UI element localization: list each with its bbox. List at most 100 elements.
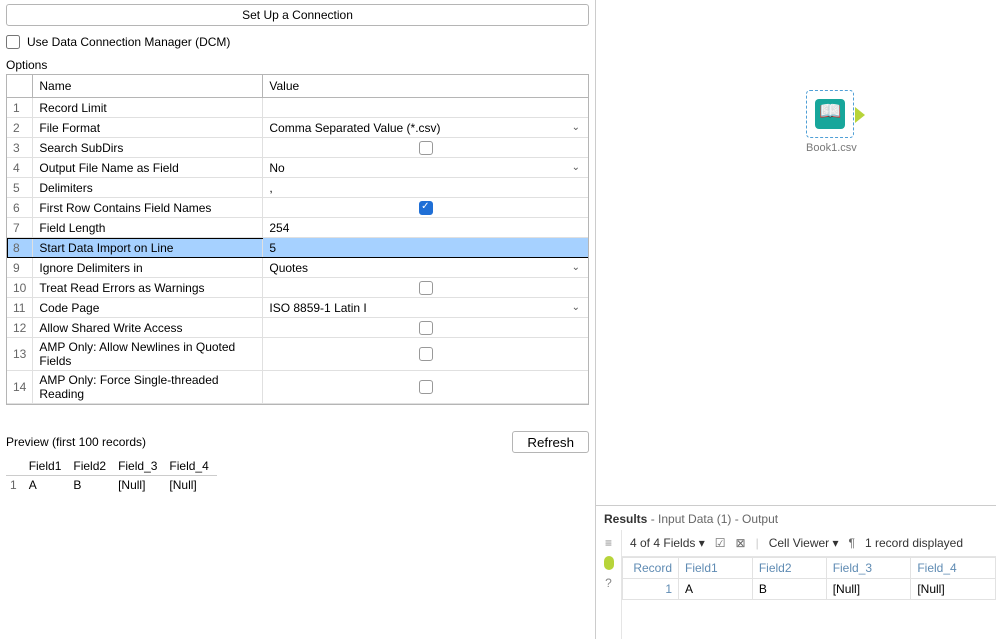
dcm-row: Use Data Connection Manager (DCM) [0,28,595,54]
option-row[interactable]: 12Allow Shared Write Access [7,318,588,338]
results-cell: A [679,579,753,600]
row-index: 14 [7,371,33,404]
row-index: 11 [7,298,33,318]
preview-row[interactable]: 1AB[Null][Null] [6,476,217,495]
option-name: AMP Only: Allow Newlines in Quoted Field… [33,338,263,371]
fields-summary[interactable]: 4 of 4 Fields ▾ [630,536,705,550]
results-main: 4 of 4 Fields ▾ ☑ ⊠ | Cell Viewer ▾ ¶ 1 … [622,530,996,639]
results-col[interactable]: Field_4 [911,558,996,579]
option-name: Allow Shared Write Access [33,318,263,338]
option-value-cell[interactable]: , [263,178,588,198]
option-row[interactable]: 9Ignore Delimiters inQuotes⌄ [7,258,588,278]
option-value: Quotes [269,261,571,275]
setup-connection-button[interactable]: Set Up a Connection [6,4,589,26]
results-col[interactable]: Field1 [679,558,753,579]
option-checkbox[interactable] [419,321,433,335]
results-col[interactable]: Field_3 [826,558,911,579]
app-root: Set Up a Connection Use Data Connection … [0,0,996,639]
option-name: File Format [33,118,263,138]
preview-cell: A [25,476,70,495]
option-value-cell[interactable]: ISO 8859-1 Latin I⌄ [263,298,588,318]
option-checkbox[interactable] [419,281,433,295]
option-row[interactable]: 2File FormatComma Separated Value (*.csv… [7,118,588,138]
row-index: 6 [7,198,33,218]
option-value-cell[interactable]: 5 [263,238,588,258]
option-value-cell[interactable] [263,318,588,338]
option-row[interactable]: 1Record Limit [7,98,588,118]
option-name: Code Page [33,298,263,318]
row-index: 9 [7,258,33,278]
option-value-cell[interactable] [263,198,588,218]
results-col[interactable]: Field2 [752,558,826,579]
connection-area: Set Up a Connection [0,0,595,28]
option-row[interactable]: 14AMP Only: Force Single-threaded Readin… [7,371,588,404]
option-name: Treat Read Errors as Warnings [33,278,263,298]
option-value-cell[interactable] [263,138,588,158]
results-gutter: ≡ ? [596,530,622,639]
option-value-cell[interactable]: No⌄ [263,158,588,178]
results-col[interactable]: Record [623,558,679,579]
output-anchor-icon[interactable] [604,556,614,570]
option-value-cell[interactable] [263,338,588,371]
chevron-down-icon[interactable]: ⌄ [572,262,582,273]
preview-col: Field2 [69,457,114,476]
book-icon [815,99,845,129]
row-index: 5 [7,178,33,198]
results-subtitle: - Input Data (1) - Output [647,512,778,526]
help-icon[interactable]: ? [605,576,612,590]
results-header: Results - Input Data (1) - Output [596,506,996,530]
node-box[interactable] [806,90,854,138]
option-row[interactable]: 3Search SubDirs [7,138,588,158]
results-row[interactable]: 1AB[Null][Null] [623,579,996,600]
option-row[interactable]: 11Code PageISO 8859-1 Latin I⌄ [7,298,588,318]
option-value-cell[interactable]: Comma Separated Value (*.csv)⌄ [263,118,588,138]
option-checkbox[interactable] [419,380,433,394]
cell-viewer-dropdown[interactable]: Cell Viewer ▾ [769,536,839,550]
option-row[interactable]: 6First Row Contains Field Names [7,198,588,218]
preview-cell: 1 [6,476,25,495]
input-data-node[interactable]: Book1.csv [806,90,857,154]
paragraph-icon[interactable]: ¶ [849,536,855,550]
config-panel: Set Up a Connection Use Data Connection … [0,0,596,639]
option-value-cell[interactable] [263,278,588,298]
option-value-cell[interactable] [263,98,588,118]
option-value-cell[interactable] [263,371,588,404]
workflow-canvas[interactable]: Book1.csv [596,0,996,505]
option-checkbox[interactable] [419,141,433,155]
option-row[interactable]: 10Treat Read Errors as Warnings [7,278,588,298]
refresh-button[interactable]: Refresh [512,431,589,453]
dcm-checkbox[interactable] [6,35,20,49]
option-checkbox[interactable] [419,347,433,361]
option-name: Start Data Import on Line [33,238,263,258]
preview-col [6,457,25,476]
options-col-value: Value [263,75,588,98]
option-value-cell[interactable]: 254 [263,218,588,238]
chevron-down-icon[interactable]: ⌄ [572,302,582,313]
option-name: First Row Contains Field Names [33,198,263,218]
preview-col: Field_3 [114,457,165,476]
option-checkbox[interactable] [419,201,433,215]
preview-cell: [Null] [165,476,216,495]
option-name: Search SubDirs [33,138,263,158]
chevron-down-icon[interactable]: ⌄ [572,162,582,173]
options-grid: Name Value 1Record Limit2File FormatComm… [6,74,589,405]
option-name: Field Length [33,218,263,238]
close-icon[interactable]: ⊠ [736,536,746,550]
results-toolbar: 4 of 4 Fields ▾ ☑ ⊠ | Cell Viewer ▾ ¶ 1 … [622,530,996,557]
option-row[interactable]: 13AMP Only: Allow Newlines in Quoted Fie… [7,338,588,371]
preview-cell: B [69,476,114,495]
dcm-label: Use Data Connection Manager (DCM) [27,35,230,49]
list-icon[interactable]: ≡ [605,536,612,550]
option-row[interactable]: 7Field Length254 [7,218,588,238]
row-index: 8 [7,238,33,258]
metadata-icon[interactable]: ☑ [715,536,726,550]
row-index: 2 [7,118,33,138]
chevron-down-icon[interactable]: ⌄ [572,122,582,133]
row-index: 12 [7,318,33,338]
option-row[interactable]: 8Start Data Import on Line5 [7,238,588,258]
option-value-cell[interactable]: Quotes⌄ [263,258,588,278]
option-row[interactable]: 5Delimiters, [7,178,588,198]
results-cell: B [752,579,826,600]
option-row[interactable]: 4Output File Name as FieldNo⌄ [7,158,588,178]
preview-col: Field1 [25,457,70,476]
